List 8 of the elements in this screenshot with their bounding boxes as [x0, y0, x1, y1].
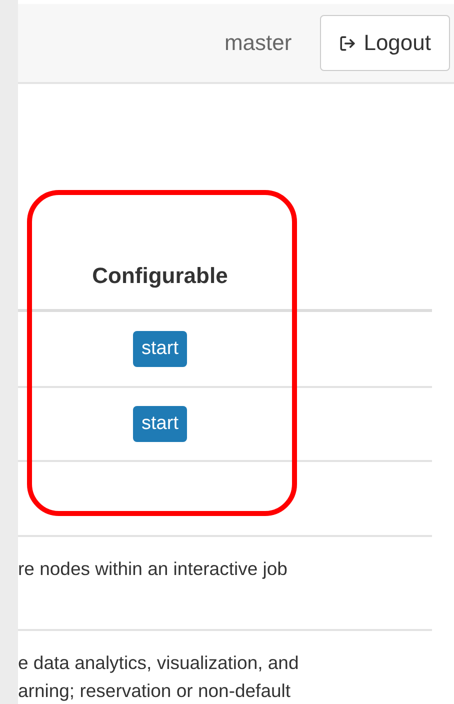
start-button[interactable]: start — [132, 331, 188, 367]
user-name: master — [224, 30, 292, 56]
logout-icon — [338, 34, 356, 52]
column-header: Configurable — [91, 263, 229, 289]
description-text: re nodes within an interactive job — [18, 557, 288, 581]
logout-button[interactable]: Logout — [320, 15, 450, 71]
start-button[interactable]: start — [132, 406, 188, 442]
description-text: e data analytics, visualization, and arning; reservation or non-default — [18, 651, 299, 703]
